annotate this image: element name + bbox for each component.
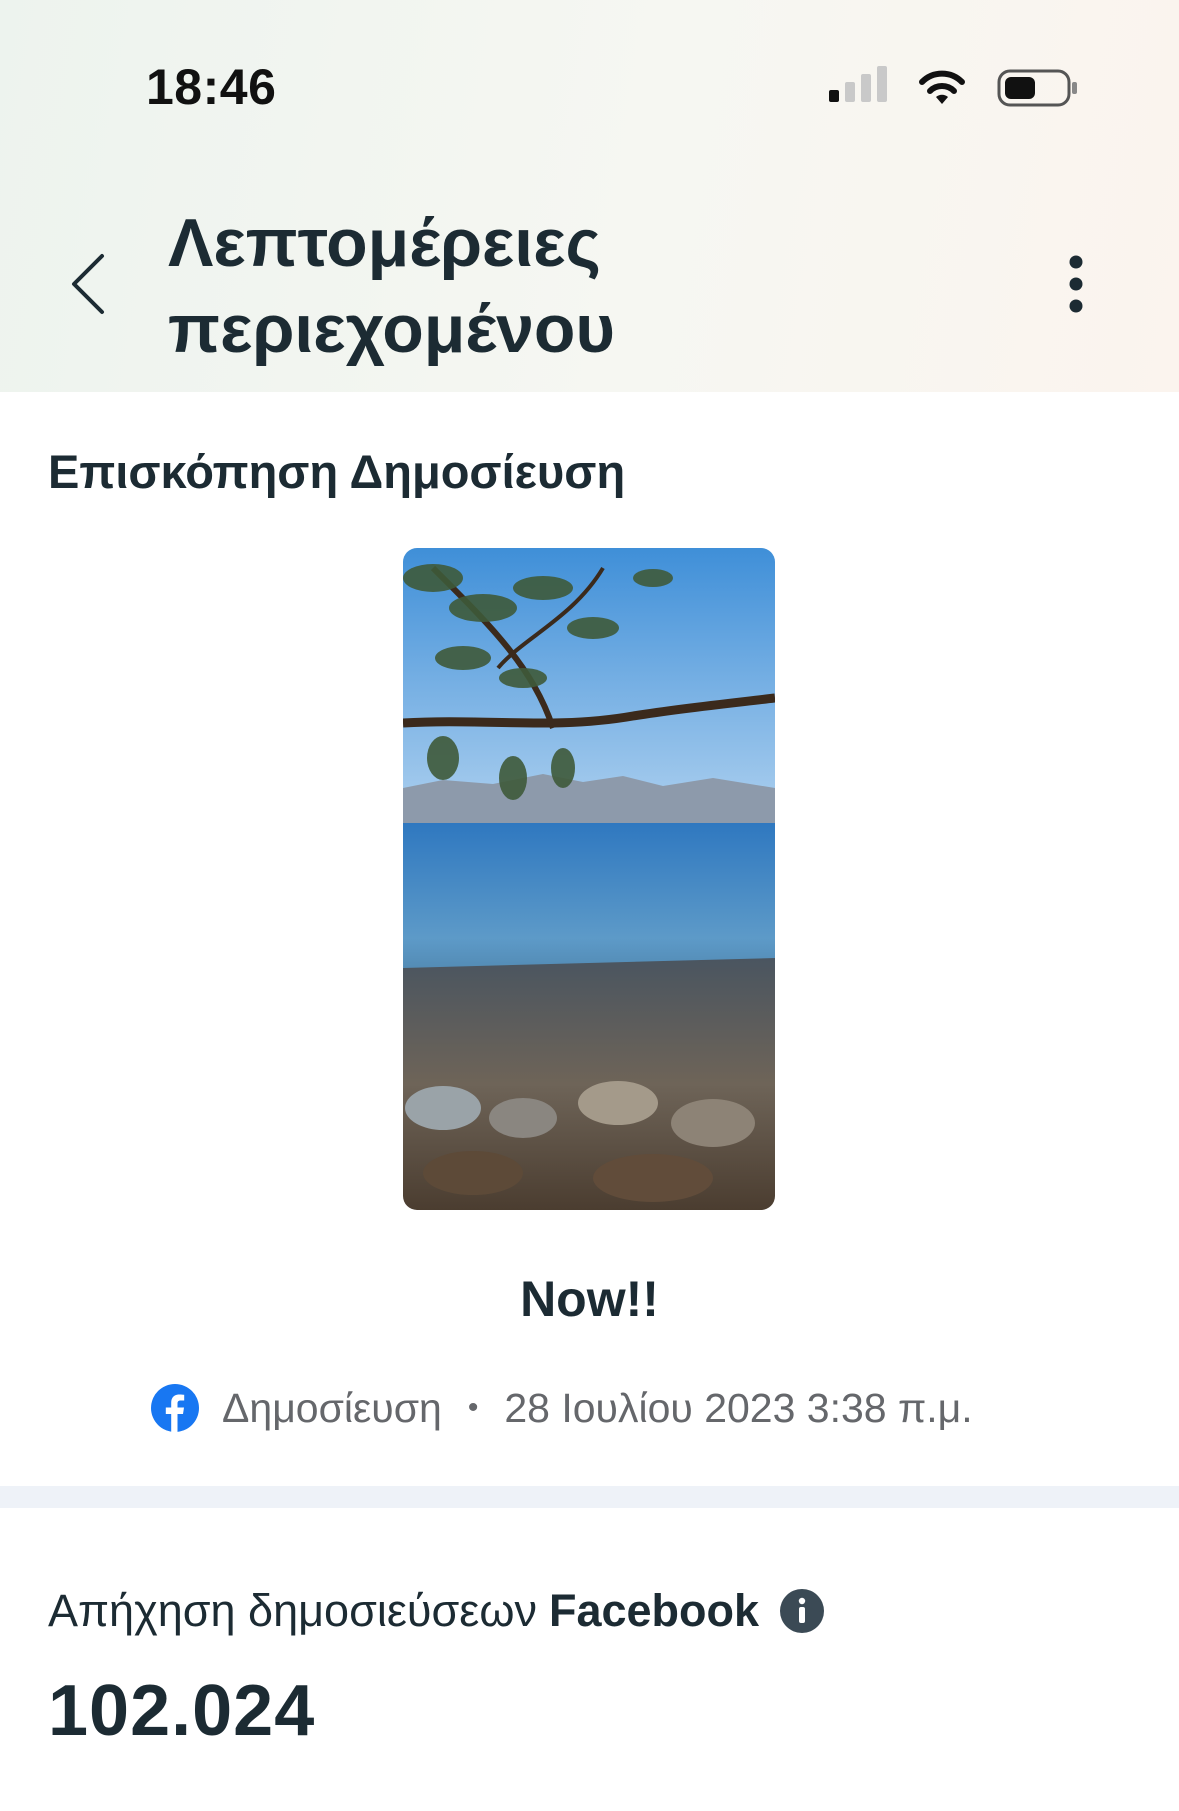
cellular-signal-icon <box>829 64 889 108</box>
meta-separator: • <box>467 1391 479 1424</box>
top-area: 18:46 Λεπτομέρειες περιεχομένου <box>0 0 1179 392</box>
post-date: 28 Ιουλίου 2023 3:38 π.μ. <box>504 1384 973 1431</box>
back-button[interactable] <box>64 252 114 316</box>
wifi-icon <box>919 70 965 104</box>
metric-label: Απήχηση δημοσιεύσεων Facebook <box>48 1585 825 1637</box>
post-image <box>403 548 775 1210</box>
metric-brand: Facebook <box>548 1585 760 1636</box>
post-caption: Now!! <box>520 1271 659 1327</box>
facebook-icon <box>151 1384 199 1433</box>
section-divider <box>0 1486 1179 1508</box>
more-vertical-icon[interactable] <box>1058 254 1094 314</box>
post-thumbnail[interactable] <box>403 548 775 1210</box>
post-meta: Δημοσίευση • 28 Ιουλίου 2023 3:38 π.μ. <box>150 1380 973 1436</box>
info-icon[interactable] <box>779 1588 825 1634</box>
battery-icon <box>997 69 1077 107</box>
status-time: 18:46 <box>146 59 277 115</box>
post-type: Δημοσίευση <box>222 1384 442 1431</box>
section-title: Επισκόπηση Δημοσίευση <box>48 445 626 498</box>
metric-value: 102.024 <box>48 1671 316 1751</box>
metric-label-text: Απήχηση δημοσιεύσεων <box>48 1585 537 1636</box>
page-title: Λεπτομέρειες περιεχομένου <box>168 205 616 367</box>
